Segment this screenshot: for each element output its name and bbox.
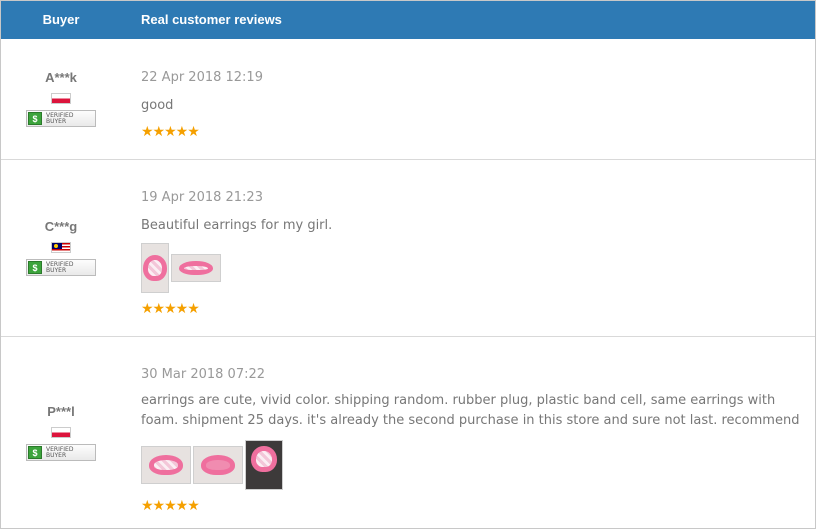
column-header-buyer: Buyer (42, 12, 80, 27)
flag-poland-icon (51, 427, 71, 438)
review-date: 19 Apr 2018 21:23 (141, 190, 263, 205)
review-photo-thumbnail[interactable] (141, 446, 191, 484)
review-photo-thumbnail[interactable] (141, 243, 169, 293)
verified-buyer-badge: $ VERIFIED BUYER (26, 110, 96, 127)
review-photos (141, 243, 332, 293)
buyer-name: C***g (44, 219, 78, 234)
badge-line-2: BUYER (46, 266, 67, 274)
column-header-reviews: Real customer reviews (141, 12, 282, 27)
star-rating: ★★★★★ (141, 123, 200, 139)
review-content: 30 Mar 2018 07:22 earrings are cute, viv… (141, 367, 806, 512)
review-text: good (141, 98, 174, 113)
review-photo-thumbnail[interactable] (193, 446, 243, 484)
review-date: 22 Apr 2018 12:19 (141, 70, 263, 85)
buyer-info: P***l $ VERIFIED BUYER (1, 404, 121, 461)
review-text: earrings are cute, vivid color. shipping… (141, 393, 800, 428)
dollar-shield-icon: $ (28, 112, 42, 125)
flag-malaysia-icon (51, 242, 71, 253)
review-text: Beautiful earrings for my girl. (141, 218, 333, 233)
buyer-info: C***g $ VERIFIED BUYER (1, 219, 121, 276)
dollar-shield-icon: $ (28, 261, 42, 274)
badge-line-2: BUYER (46, 117, 67, 125)
badge-line-2: BUYER (46, 451, 67, 459)
buyer-name: P***l (47, 404, 75, 419)
review-date: 30 Mar 2018 07:22 (141, 367, 266, 382)
review-row: C***g $ VERIFIED BUYER 19 Apr 2018 21:23 … (1, 160, 815, 337)
review-photo-thumbnail[interactable] (171, 254, 221, 282)
reviews-panel: Buyer Real customer reviews A***k $ VERI… (0, 0, 816, 529)
buyer-info: A***k $ VERIFIED BUYER (1, 70, 121, 127)
review-row: A***k $ VERIFIED BUYER 22 Apr 2018 12:19 … (1, 40, 815, 160)
star-rating: ★★★★★ (141, 497, 200, 513)
review-photos (141, 440, 806, 490)
star-rating: ★★★★★ (141, 300, 200, 316)
review-row: P***l $ VERIFIED BUYER 30 Mar 2018 07:22 … (1, 337, 815, 528)
review-content: 22 Apr 2018 12:19 good ★★★★★ (141, 70, 263, 138)
flag-poland-icon (51, 93, 71, 104)
reviews-table-header: Buyer Real customer reviews (1, 1, 815, 39)
verified-buyer-badge: $ VERIFIED BUYER (26, 259, 96, 276)
review-photo-thumbnail[interactable] (245, 440, 283, 490)
dollar-shield-icon: $ (28, 446, 42, 459)
buyer-name: A***k (45, 70, 77, 85)
review-content: 19 Apr 2018 21:23 Beautiful earrings for… (141, 190, 332, 315)
verified-buyer-badge: $ VERIFIED BUYER (26, 444, 96, 461)
